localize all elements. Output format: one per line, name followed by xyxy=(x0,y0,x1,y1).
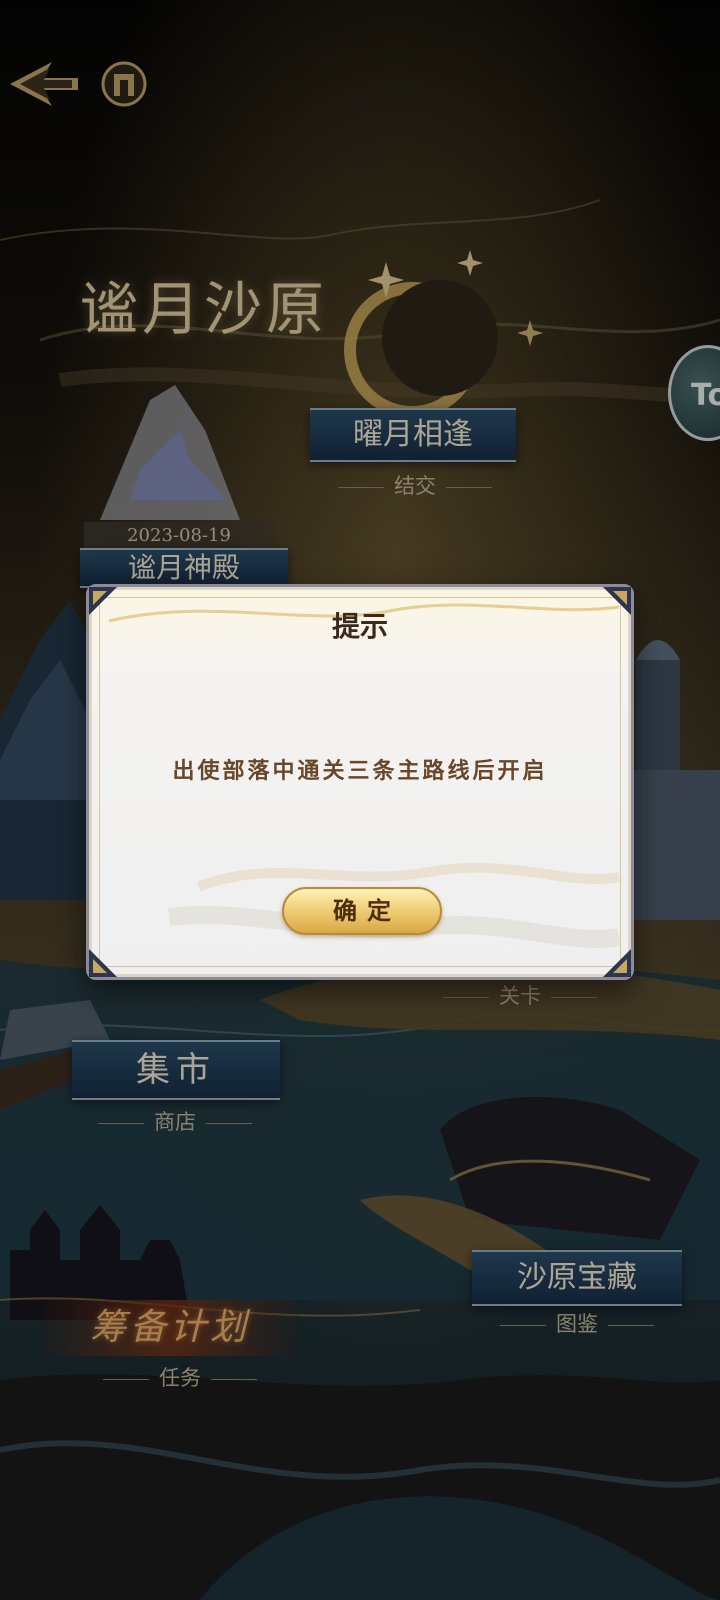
dialog-title: 提示 xyxy=(331,610,388,643)
notice-dialog: 提示 出使部落中通关三条主路线后开启 确定 xyxy=(86,584,634,980)
confirm-label: 确定 xyxy=(333,896,401,925)
dialog-message: 出使部落中通关三条主路线后开启 xyxy=(172,758,548,784)
corner-ornament-icon xyxy=(603,949,631,977)
confirm-button[interactable]: 确定 xyxy=(282,887,442,935)
corner-ornament-icon xyxy=(89,949,117,977)
